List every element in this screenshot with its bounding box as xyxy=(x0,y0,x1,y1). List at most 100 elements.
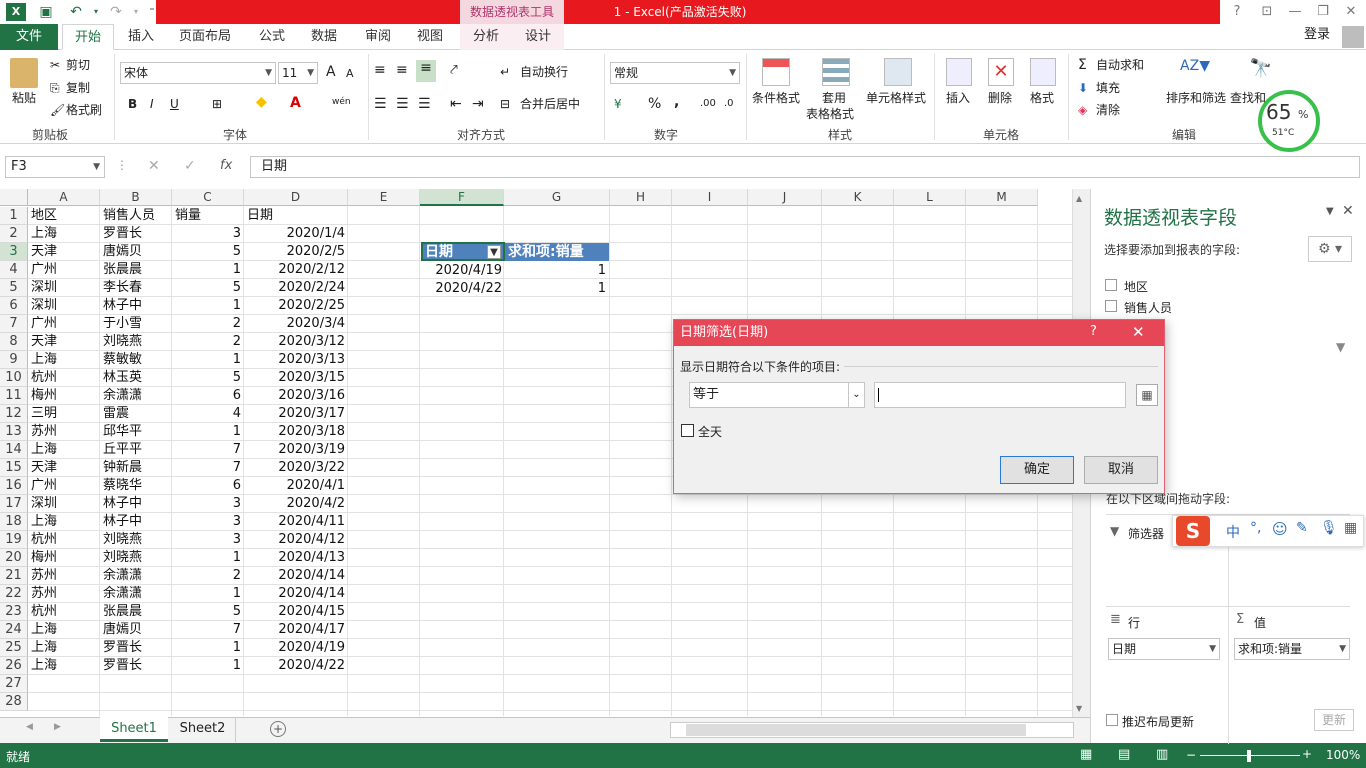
cell-d11[interactable]: 2020/3/16 xyxy=(244,387,348,405)
cell-b27[interactable] xyxy=(100,675,172,693)
merge-center-button[interactable]: 合并后居中 xyxy=(520,96,580,112)
conditional-format-button[interactable]: 条件格式 xyxy=(752,90,800,106)
cell-c19[interactable]: 3 xyxy=(172,531,244,549)
cell-a25[interactable]: 上海 xyxy=(28,639,100,657)
cell-b24[interactable]: 唐嫣贝 xyxy=(100,621,172,639)
cancel-button[interactable]: 取消 xyxy=(1084,456,1158,484)
border-icon[interactable]: ⊞ xyxy=(212,96,222,112)
number-format-combo[interactable]: 常规 ▼ xyxy=(610,62,740,84)
sheet-scroll-left-icon[interactable]: ◀ xyxy=(26,722,33,732)
cell-b5[interactable]: 李长春 xyxy=(100,279,172,297)
cell-a2[interactable]: 上海 xyxy=(28,225,100,243)
row-header[interactable]: 11 xyxy=(0,387,28,405)
redo-icon[interactable]: ↷ xyxy=(106,3,126,21)
cell-c20[interactable]: 1 xyxy=(172,549,244,567)
delete-cells-icon[interactable]: ✕ xyxy=(988,58,1014,86)
row-header[interactable]: 28 xyxy=(0,693,28,711)
cell-d27[interactable] xyxy=(244,675,348,693)
row-header[interactable]: 14 xyxy=(0,441,28,459)
cut-icon[interactable]: ✂ xyxy=(50,57,60,73)
cell-a16[interactable]: 广州 xyxy=(28,477,100,495)
currency-icon[interactable]: ¥ xyxy=(614,96,622,112)
wrap-text-icon[interactable]: ↵ xyxy=(500,64,510,80)
sheet-tab-sheet2[interactable]: Sheet2 xyxy=(170,717,236,742)
field-label-salesperson[interactable]: 销售人员 xyxy=(1124,299,1172,316)
cell-a24[interactable]: 上海 xyxy=(28,621,100,639)
cell-a1[interactable]: 地区 xyxy=(28,207,100,225)
row-field-chip[interactable]: 日期 ▼ xyxy=(1108,638,1220,660)
cell-d20[interactable]: 2020/4/13 xyxy=(244,549,348,567)
cell-a28[interactable] xyxy=(28,693,100,711)
ime-logo-icon[interactable]: S xyxy=(1176,516,1210,546)
column-header-k[interactable]: K xyxy=(822,189,894,206)
cell-b7[interactable]: 于小雪 xyxy=(100,315,172,333)
ime-pen-icon[interactable]: ✎ xyxy=(1296,520,1308,536)
cell-b18[interactable]: 林子中 xyxy=(100,513,172,531)
cell-d14[interactable]: 2020/3/19 xyxy=(244,441,348,459)
cell-c18[interactable]: 3 xyxy=(172,513,244,531)
fill-color-icon[interactable]: ◆ xyxy=(256,94,267,110)
page-layout-view-icon[interactable]: ▤ xyxy=(1118,747,1130,762)
name-box[interactable]: F3 ▼ xyxy=(5,156,105,178)
pane-close-icon[interactable]: ✕ xyxy=(1342,203,1354,219)
pivot-header-sum[interactable]: 求和项:销量 xyxy=(505,243,609,261)
cell-b25[interactable]: 罗晋长 xyxy=(100,639,172,657)
cut-button[interactable]: 剪切 xyxy=(66,57,90,73)
align-left-icon[interactable]: ☰ xyxy=(374,96,387,112)
cell-c4[interactable]: 1 xyxy=(172,261,244,279)
cell-a4[interactable]: 广州 xyxy=(28,261,100,279)
field-label-region[interactable]: 地区 xyxy=(1124,278,1148,295)
field-checkbox-region[interactable] xyxy=(1105,279,1117,291)
cell-b6[interactable]: 林子中 xyxy=(100,297,172,315)
cell-d3[interactable]: 2020/2/5 xyxy=(244,243,348,261)
cell-d16[interactable]: 2020/4/1 xyxy=(244,477,348,495)
tab-data[interactable]: 数据 xyxy=(302,24,346,50)
cell-b11[interactable]: 余潇潇 xyxy=(100,387,172,405)
clear-icon[interactable]: ◈ xyxy=(1078,102,1087,118)
format-cells-button[interactable]: 格式 xyxy=(1030,90,1054,106)
cell-d19[interactable]: 2020/4/12 xyxy=(244,531,348,549)
cell-a17[interactable]: 深圳 xyxy=(28,495,100,513)
column-header-m[interactable]: M xyxy=(966,189,1038,206)
all-day-label[interactable]: 全天 xyxy=(698,423,722,440)
increase-indent-icon[interactable]: ⇥ xyxy=(472,96,484,112)
cell-a26[interactable]: 上海 xyxy=(28,657,100,675)
zoom-level[interactable]: 100% xyxy=(1326,748,1360,762)
format-painter-icon[interactable]: 🖌 xyxy=(50,102,65,118)
defer-update-label[interactable]: 推迟布局更新 xyxy=(1122,713,1194,730)
pivot-header-date[interactable]: 日期 ▼ xyxy=(421,242,505,261)
cell-c24[interactable]: 7 xyxy=(172,621,244,639)
cell-a27[interactable] xyxy=(28,675,100,693)
column-header-b[interactable]: B xyxy=(100,189,172,206)
cell-c5[interactable]: 5 xyxy=(172,279,244,297)
pivot-row-date[interactable]: 2020/4/19 xyxy=(421,262,505,280)
cell-d17[interactable]: 2020/4/2 xyxy=(244,495,348,513)
row-header[interactable]: 6 xyxy=(0,297,28,315)
cell-b16[interactable]: 蔡晓华 xyxy=(100,477,172,495)
cell-d2[interactable]: 2020/1/4 xyxy=(244,225,348,243)
cell-styles-icon[interactable] xyxy=(884,58,912,86)
merge-center-icon[interactable]: ⊟ xyxy=(500,96,510,112)
cell-b14[interactable]: 丘平平 xyxy=(100,441,172,459)
cell-c16[interactable]: 6 xyxy=(172,477,244,495)
cell-c14[interactable]: 7 xyxy=(172,441,244,459)
cell-b9[interactable]: 蔡敏敏 xyxy=(100,351,172,369)
cell-c15[interactable]: 7 xyxy=(172,459,244,477)
cell-a14[interactable]: 上海 xyxy=(28,441,100,459)
scroll-down-icon[interactable]: ▼ xyxy=(1076,704,1082,713)
column-header-c[interactable]: C xyxy=(172,189,244,206)
row-header[interactable]: 15 xyxy=(0,459,28,477)
cell-d10[interactable]: 2020/3/15 xyxy=(244,369,348,387)
cell-a10[interactable]: 杭州 xyxy=(28,369,100,387)
cell-d18[interactable]: 2020/4/11 xyxy=(244,513,348,531)
cell-d7[interactable]: 2020/3/4 xyxy=(244,315,348,333)
zoom-slider-thumb[interactable] xyxy=(1247,750,1251,762)
ime-emoji-icon[interactable]: ☺ xyxy=(1272,520,1288,538)
row-header[interactable]: 9 xyxy=(0,351,28,369)
memory-meter-widget[interactable]: 65 % 51°C xyxy=(1258,90,1320,152)
cell-b17[interactable]: 林子中 xyxy=(100,495,172,513)
format-as-table-icon[interactable] xyxy=(822,58,850,86)
italic-button[interactable]: I xyxy=(150,96,154,112)
cell-d5[interactable]: 2020/2/24 xyxy=(244,279,348,297)
ime-grid-icon[interactable]: ▦ xyxy=(1344,520,1357,536)
